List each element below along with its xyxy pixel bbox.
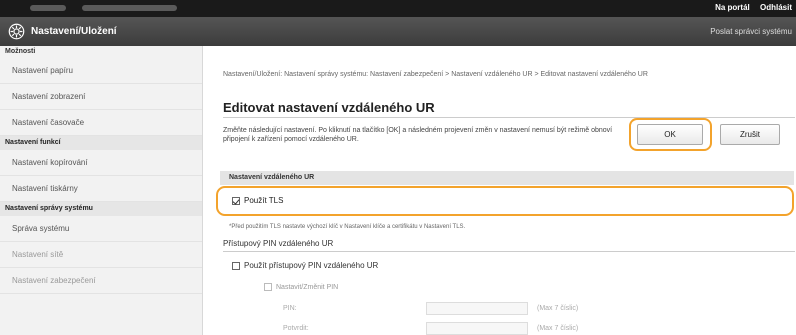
use-tls-checkbox[interactable]	[232, 196, 240, 205]
sidebar-item-printer[interactable]: Nastavení tiskárny	[0, 176, 202, 202]
top-bar: Na portál Odhlásit	[0, 0, 796, 17]
remote-ui-section-header: Nastavení vzdáleného UR	[220, 171, 794, 185]
sidebar-item-copy[interactable]: Nastavení kopírování	[0, 150, 202, 176]
use-pin-checkbox[interactable]	[232, 261, 240, 270]
sidebar-heading-options: Možnosti	[5, 48, 36, 55]
sidebar-item-security[interactable]: Nastavení zabezpečení	[0, 268, 202, 294]
use-tls-highlight	[216, 186, 794, 216]
top-links: Na portál Odhlásit	[707, 3, 792, 12]
use-pin-option[interactable]: Použít přístupový PIN vzdáleného UR	[232, 261, 378, 270]
breadcrumb: Nastavení/Uložení: Nastavení správy syst…	[223, 71, 648, 78]
sidebar-item-paper[interactable]: Nastavení papíru	[0, 58, 202, 84]
sidebar-item-system-management[interactable]: Správa systému	[0, 216, 202, 242]
pin-input[interactable]	[426, 302, 528, 315]
settings-gear-icon	[8, 23, 25, 40]
confirm-label: Potvrdit:	[283, 325, 309, 332]
blurred-device-name	[30, 5, 66, 11]
sidebar-heading-system: Nastavení správy systému	[0, 202, 202, 216]
app-title: Nastavení/Uložení	[31, 26, 117, 37]
logout-link[interactable]: Odhlásit	[760, 3, 792, 12]
set-pin-checkbox[interactable]	[264, 283, 272, 291]
ok-button[interactable]: OK	[637, 124, 703, 145]
use-pin-label: Použít přístupový PIN vzdáleného UR	[244, 261, 379, 270]
confirm-pin-input[interactable]	[426, 322, 528, 335]
page-description: Změňte následující nastavení. Po kliknut…	[223, 127, 613, 143]
use-tls-option[interactable]: Použít TLS	[232, 196, 283, 205]
sidebar-heading-functions: Nastavení funkcí	[0, 136, 202, 150]
set-pin-option[interactable]: Nastavit/Změnit PIN	[264, 283, 338, 291]
pin-label: PIN:	[283, 305, 297, 312]
pin-hint: (Max 7 číslic)	[537, 305, 579, 312]
portal-link[interactable]: Na portál	[715, 3, 750, 12]
sidebar-item-display[interactable]: Nastavení zobrazení	[0, 84, 202, 110]
set-pin-label: Nastavit/Změnit PIN	[276, 283, 339, 291]
app-header: Nastavení/Uložení Poslat správci systému	[0, 17, 796, 46]
main-content: Nastavení/Uložení: Nastavení správy syst…	[204, 46, 796, 335]
send-to-admin-link[interactable]: Poslat správci systému	[710, 27, 792, 36]
blurred-device-info	[82, 5, 177, 11]
confirm-hint: (Max 7 číslic)	[537, 325, 579, 332]
page-title: Editovat nastavení vzdáleného UR	[223, 100, 435, 115]
cancel-button[interactable]: Zrušit	[720, 124, 780, 145]
pin-divider	[223, 251, 795, 252]
title-divider	[223, 117, 795, 118]
tls-note: *Před použitím TLS nastavte výchozí klíč…	[229, 224, 466, 230]
use-tls-label: Použít TLS	[244, 196, 284, 205]
sidebar-item-timer[interactable]: Nastavení časovače	[0, 110, 202, 136]
pin-section-title: Přístupový PIN vzdáleného UR	[223, 239, 334, 248]
sidebar: Možnosti Nastavení papíru Nastavení zobr…	[0, 46, 203, 335]
sidebar-item-network[interactable]: Nastavení sítě	[0, 242, 202, 268]
